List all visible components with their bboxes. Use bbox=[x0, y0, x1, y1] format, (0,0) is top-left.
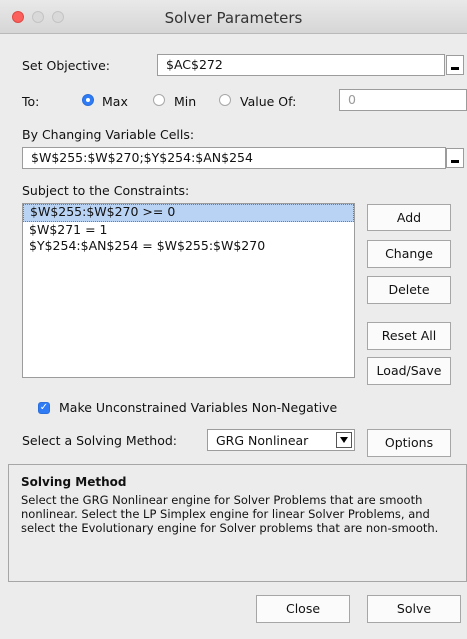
max-radio-label: Max bbox=[102, 94, 128, 109]
load-save-button[interactable]: Load/Save bbox=[367, 357, 451, 385]
solve-button[interactable]: Solve bbox=[367, 595, 461, 623]
solving-method-select[interactable]: GRG Nonlinear bbox=[207, 429, 355, 451]
to-label: To: bbox=[22, 94, 40, 109]
title-bar: Solver Parameters bbox=[0, 0, 467, 34]
info-title: Solving Method bbox=[21, 475, 127, 489]
constraint-item[interactable]: $W$271 = 1 bbox=[23, 222, 354, 238]
min-radio[interactable] bbox=[153, 94, 165, 106]
options-button[interactable]: Options bbox=[367, 429, 451, 457]
solving-method-label: Select a Solving Method: bbox=[22, 433, 178, 448]
chevron-down-icon[interactable] bbox=[336, 432, 352, 448]
nonnegative-checkbox[interactable]: ✓ bbox=[38, 402, 50, 414]
value-of-radio[interactable] bbox=[219, 94, 231, 106]
reset-all-button[interactable]: Reset All bbox=[367, 322, 451, 350]
nonnegative-label: Make Unconstrained Variables Non-Negativ… bbox=[59, 400, 338, 415]
add-button[interactable]: Add bbox=[367, 204, 451, 231]
set-objective-label: Set Objective: bbox=[22, 58, 110, 73]
variable-cells-input[interactable]: $W$255:$W$270;$Y$254:$AN$254 bbox=[22, 147, 446, 169]
solving-method-info-panel: Solving Method Select the GRG Nonlinear … bbox=[8, 464, 467, 582]
solving-method-value: GRG Nonlinear bbox=[216, 433, 309, 448]
value-of-radio-label: Value Of: bbox=[240, 94, 297, 109]
objective-input[interactable]: $AC$272 bbox=[157, 54, 445, 76]
variable-cells-label: By Changing Variable Cells: bbox=[22, 127, 195, 142]
min-radio-label: Min bbox=[174, 94, 197, 109]
constraints-label: Subject to the Constraints: bbox=[22, 183, 190, 198]
constraint-item[interactable]: $Y$254:$AN$254 = $W$255:$W$270 bbox=[23, 238, 354, 254]
variable-cells-collapse-button[interactable] bbox=[446, 148, 464, 168]
value-of-input[interactable]: 0 bbox=[339, 89, 467, 111]
info-text: Select the GRG Nonlinear engine for Solv… bbox=[21, 493, 439, 535]
constraint-item[interactable]: $W$255:$W$270 >= 0 bbox=[23, 204, 354, 222]
window-title: Solver Parameters bbox=[164, 9, 303, 27]
delete-button[interactable]: Delete bbox=[367, 276, 451, 304]
max-radio[interactable] bbox=[82, 94, 94, 106]
change-button[interactable]: Change bbox=[367, 240, 451, 268]
close-button[interactable]: Close bbox=[256, 595, 350, 623]
objective-collapse-button[interactable] bbox=[446, 55, 464, 75]
constraints-list[interactable]: $W$255:$W$270 >= 0 $W$271 = 1 $Y$254:$AN… bbox=[22, 203, 355, 378]
